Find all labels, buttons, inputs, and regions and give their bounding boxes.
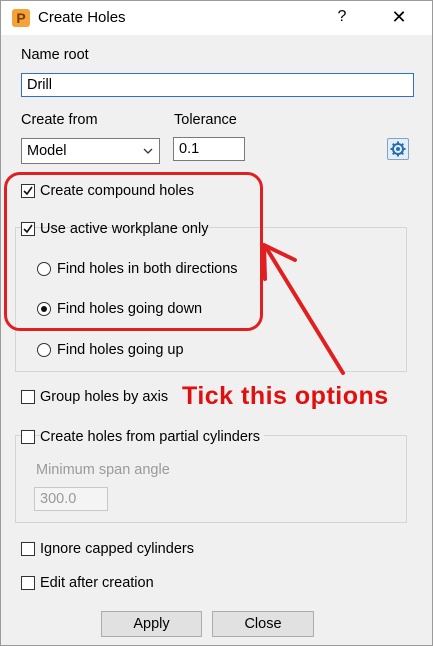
annotation-arrow-icon xyxy=(262,243,345,375)
group-holes-by-axis-checkbox[interactable] xyxy=(21,390,35,404)
name-root-input[interactable]: Drill xyxy=(21,73,414,97)
gear-icon xyxy=(390,141,406,160)
ignore-capped-cylinders-label: Ignore capped cylinders xyxy=(40,541,194,557)
create-from-select[interactable]: Model xyxy=(21,138,160,164)
create-from-selected-value: Model xyxy=(27,143,67,159)
minimum-span-angle-label: Minimum span angle xyxy=(36,462,170,478)
tolerance-input[interactable]: 0.1 xyxy=(173,137,245,161)
app-logo-icon: P xyxy=(12,9,30,27)
chevron-down-icon xyxy=(143,143,153,161)
group-holes-by-axis-label: Group holes by axis xyxy=(40,389,169,405)
create-from-label: Create from xyxy=(21,112,98,128)
window-close-button[interactable]: ✕ xyxy=(386,4,412,30)
tolerance-label: Tolerance xyxy=(174,112,237,128)
find-going-up-radio[interactable] xyxy=(37,343,51,357)
window-title: Create Holes xyxy=(38,9,126,26)
help-button[interactable]: ? xyxy=(330,4,354,30)
ignore-capped-cylinders-checkbox[interactable] xyxy=(21,542,35,556)
partial-cylinders-checkbox[interactable] xyxy=(21,430,35,444)
apply-button[interactable]: Apply xyxy=(101,611,202,637)
edit-after-creation-checkbox[interactable] xyxy=(21,576,35,590)
partial-cylinders-label: Create holes from partial cylinders xyxy=(40,429,265,445)
minimum-span-angle-input[interactable]: 300.0 xyxy=(34,487,108,511)
edit-after-creation-label: Edit after creation xyxy=(40,575,154,591)
close-button[interactable]: Close xyxy=(212,611,314,637)
name-root-label: Name root xyxy=(21,47,89,63)
annotation-text: Tick this options xyxy=(182,382,389,410)
find-going-up-label: Find holes going up xyxy=(57,342,184,358)
settings-button[interactable] xyxy=(387,138,409,160)
annotation-highlight-box xyxy=(4,172,263,331)
